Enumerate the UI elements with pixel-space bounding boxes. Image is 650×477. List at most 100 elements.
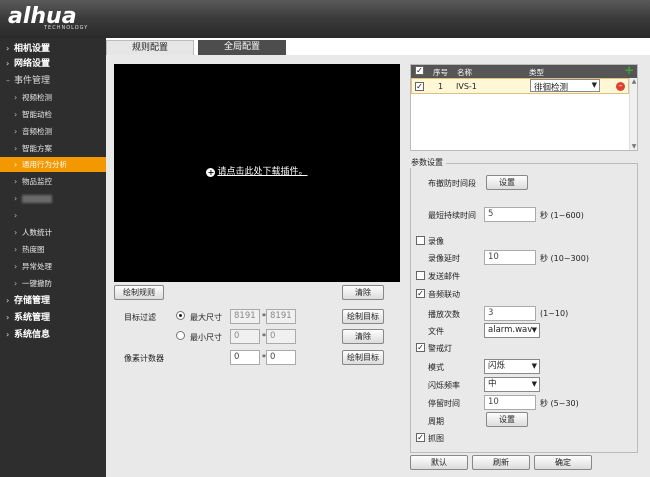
sidebar-item-smart-plan[interactable]: › 智能方案 <box>0 141 106 156</box>
table-row[interactable]: ✓ 1 IVS-1 徘徊检测 ▼ – <box>411 78 629 94</box>
chevron-down-icon: ▼ <box>531 326 537 334</box>
sidebar-item-event[interactable]: – 事件管理 <box>0 73 106 88</box>
play-count-unit: (1~10) <box>540 309 569 318</box>
min-duration-input[interactable]: 5 <box>484 207 536 222</box>
chevron-right-icon: › <box>6 330 10 339</box>
stay-time-input[interactable]: 10 <box>484 395 536 410</box>
max-size-label: 最大尺寸 <box>190 313 222 322</box>
target-filter-label: 目标过滤 <box>124 313 156 322</box>
schedule-label: 布撤防时间段 <box>428 179 476 188</box>
default-button[interactable]: 默认 <box>410 455 468 470</box>
stay-time-label: 停留时间 <box>428 399 460 408</box>
video-preview: + 请点击此处下载插件。 <box>114 64 400 282</box>
plus-circle-icon: + <box>206 168 216 177</box>
params-title: 参数设置 <box>408 157 446 168</box>
chevron-down-icon: ▼ <box>531 362 537 370</box>
warning-light-label: 警戒灯 <box>428 344 452 353</box>
chevron-right-icon: › <box>14 262 18 271</box>
col-no: 序号 <box>433 68 448 77</box>
header-bar: alhua TECHNOLOGY <box>0 0 650 38</box>
snapshot-label: 抓图 <box>428 434 444 443</box>
sidebar-item-network[interactable]: › 网络设置 <box>0 56 106 71</box>
scroll-down-icon[interactable]: ▼ <box>630 143 638 150</box>
chevron-right-icon: › <box>6 44 10 53</box>
audio-link-checkbox[interactable]: ✓ <box>416 289 425 298</box>
blurred-label <box>22 195 52 203</box>
period-label: 周期 <box>428 417 444 426</box>
refresh-button[interactable]: 刷新 <box>472 455 530 470</box>
chevron-right-icon: › <box>14 279 18 288</box>
min-height-input[interactable]: 0 <box>266 329 296 344</box>
add-rule-icon[interactable]: + <box>624 64 634 76</box>
pixel-counter-label: 像素计数器 <box>124 354 164 363</box>
plugin-download-link[interactable]: + 请点击此处下载插件。 <box>114 164 400 177</box>
send-email-checkbox[interactable] <box>416 271 425 280</box>
min-size-radio[interactable] <box>176 331 185 340</box>
draw-target-button[interactable]: 绘制目标 <box>342 309 384 324</box>
record-delay-label: 录像延时 <box>428 254 460 263</box>
rule-type-select[interactable]: 徘徊检测 ▼ <box>530 79 600 93</box>
record-checkbox[interactable] <box>416 236 425 245</box>
sidebar-item-exception[interactable]: › 异常处理 <box>0 259 106 274</box>
play-count-label: 播放次数 <box>428 310 460 319</box>
clear-target-button[interactable]: 清除 <box>342 329 384 344</box>
sidebar-item-disarm[interactable]: › 一键撤防 <box>0 276 106 291</box>
row-name: IVS-1 <box>456 82 477 91</box>
max-height-input[interactable]: 8191 <box>266 309 296 324</box>
max-size-radio[interactable] <box>176 311 185 320</box>
play-count-input[interactable]: 3 <box>484 306 536 321</box>
sidebar-item-blurred[interactable]: › <box>0 191 106 206</box>
file-label: 文件 <box>428 327 444 336</box>
pixel-width-input[interactable]: 0 <box>230 350 260 365</box>
draw-rule-button[interactable]: 绘制规则 <box>114 285 164 300</box>
clear-rule-button[interactable]: 清除 <box>342 285 384 300</box>
chevron-right-icon: › <box>14 177 18 186</box>
min-width-input[interactable]: 0 <box>230 329 260 344</box>
scroll-up-icon[interactable]: ▲ <box>630 78 638 85</box>
chevron-down-icon: – <box>6 76 10 85</box>
max-width-input[interactable]: 8191 <box>230 309 260 324</box>
sidebar-item-object-monitor[interactable]: › 物品监控 <box>0 174 106 189</box>
table-scrollbar[interactable]: ▲ ▼ <box>629 78 637 150</box>
sidebar-item-audio-detect[interactable]: › 音频检测 <box>0 124 106 139</box>
chevron-right-icon: › <box>6 296 10 305</box>
sidebar-item-system[interactable]: › 系统管理 <box>0 310 106 325</box>
file-select[interactable]: alarm.wav ▼ <box>484 323 540 338</box>
sidebar-item-people-count[interactable]: › 人数统计 <box>0 225 106 240</box>
sidebar: › 相机设置 › 网络设置 – 事件管理 › 视频检测 › 智能动检 › 音频检测 › 智能方… <box>0 38 106 477</box>
warning-light-checkbox[interactable]: ✓ <box>416 343 425 352</box>
chevron-right-icon: › <box>6 59 10 68</box>
record-label: 录像 <box>428 237 444 246</box>
sidebar-item-heatmap[interactable]: › 热度图 <box>0 242 106 257</box>
sidebar-item-smart-motion[interactable]: › 智能动检 <box>0 107 106 122</box>
sidebar-item-camera[interactable]: › 相机设置 <box>0 41 106 56</box>
delete-rule-icon[interactable]: – <box>616 82 625 91</box>
chevron-down-icon: ▼ <box>591 81 597 89</box>
pixel-height-input[interactable]: 0 <box>266 350 296 365</box>
min-size-label: 最小尺寸 <box>190 333 222 342</box>
ok-button[interactable]: 确定 <box>534 455 592 470</box>
flash-freq-select[interactable]: 中 ▼ <box>484 377 540 392</box>
rule-table-header: ✓ 序号 名称 类型 + <box>411 64 637 78</box>
chevron-down-icon: ▼ <box>531 380 537 388</box>
record-delay-input[interactable]: 10 <box>484 250 536 265</box>
row-checkbox[interactable]: ✓ <box>415 82 424 91</box>
tab-global-config[interactable]: 全局配置 <box>198 40 286 55</box>
tab-bar: 规则配置 全局配置 <box>106 38 650 55</box>
schedule-setup-button[interactable]: 设置 <box>486 175 528 190</box>
stay-time-unit: 秒 (5~30) <box>540 399 579 408</box>
period-setup-button[interactable]: 设置 <box>486 412 528 427</box>
sidebar-item-info[interactable]: › 系统信息 <box>0 327 106 342</box>
sidebar-item-ivs[interactable]: › 通用行为分析 <box>0 157 106 172</box>
chevron-right-icon: › <box>6 313 10 322</box>
sidebar-item-unlabeled[interactable]: › <box>0 208 106 223</box>
mode-select[interactable]: 闪烁 ▼ <box>484 359 540 374</box>
draw-target-button-2[interactable]: 绘制目标 <box>342 350 384 365</box>
select-all-checkbox[interactable]: ✓ <box>415 66 424 75</box>
sidebar-item-video-detect[interactable]: › 视频检测 <box>0 90 106 105</box>
sidebar-item-storage[interactable]: › 存储管理 <box>0 293 106 308</box>
chevron-right-icon: › <box>14 194 18 203</box>
chevron-right-icon: › <box>14 211 18 220</box>
tab-rule-config[interactable]: 规则配置 <box>106 40 194 55</box>
snapshot-checkbox[interactable]: ✓ <box>416 433 425 442</box>
